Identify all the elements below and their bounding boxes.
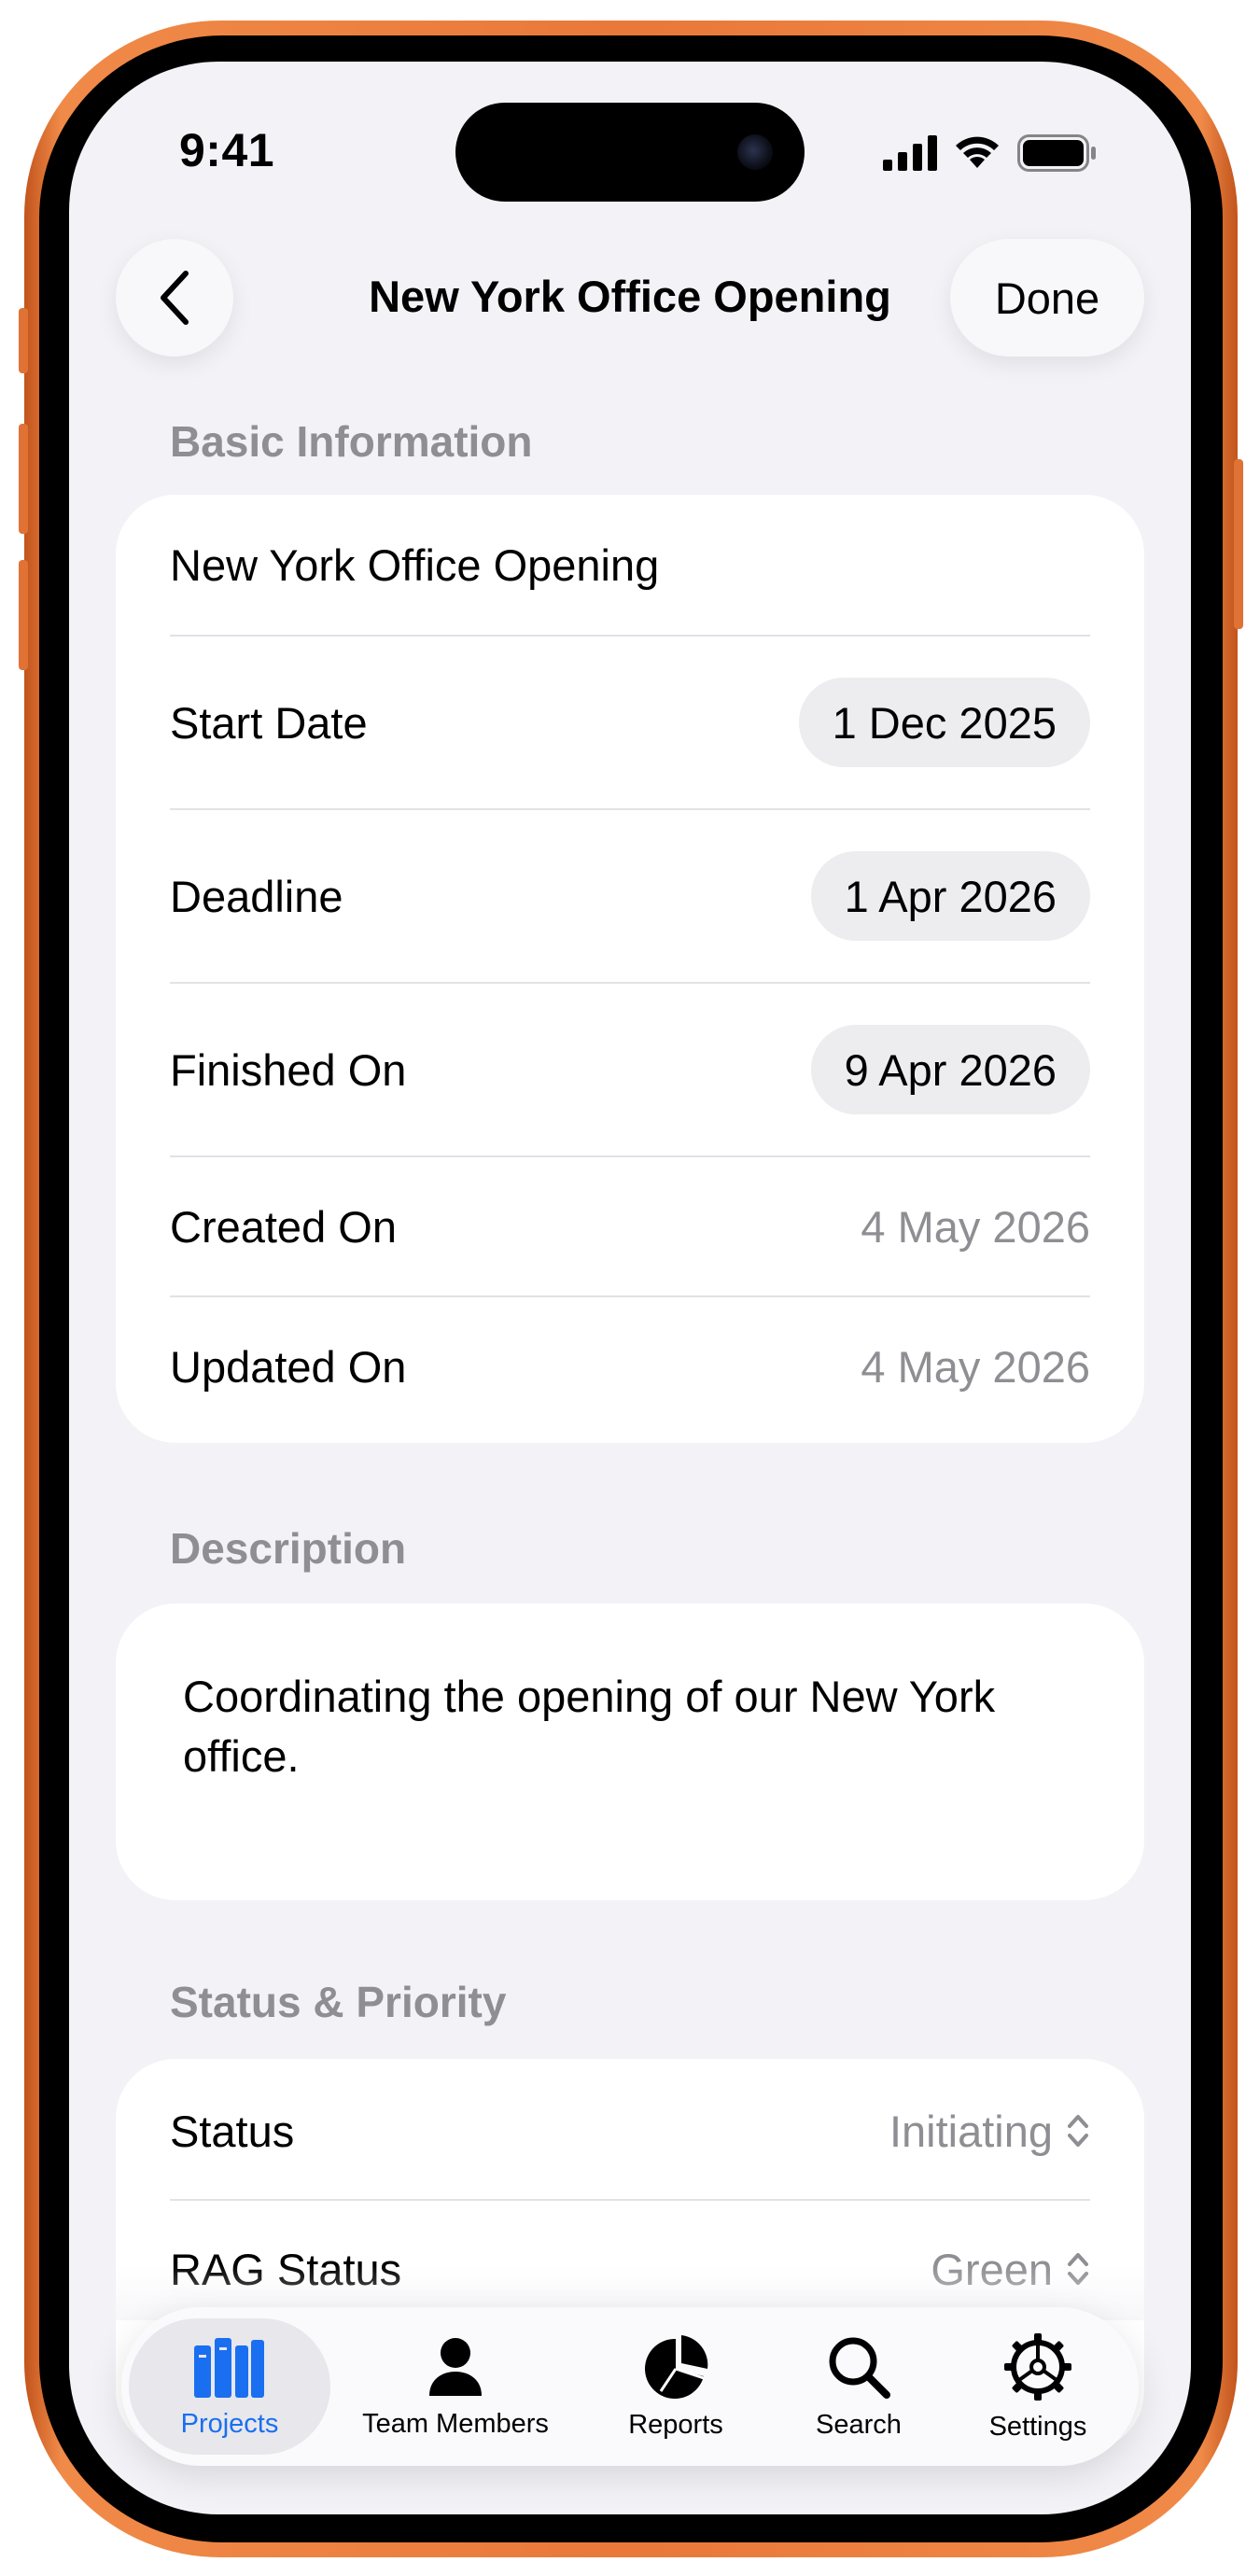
- tab-team-members[interactable]: Team Members: [353, 2307, 558, 2466]
- status-value: Initiating: [889, 2106, 1053, 2156]
- tab-search[interactable]: Search: [765, 2307, 952, 2466]
- power-button: [1234, 459, 1243, 629]
- tab-search-label: Search: [816, 2409, 902, 2440]
- back-button[interactable]: [116, 239, 233, 357]
- section-header-description: Description: [170, 1524, 407, 1573]
- volume-up-button: [19, 424, 28, 534]
- tab-projects-label: Projects: [180, 2408, 279, 2439]
- tab-settings-label: Settings: [988, 2411, 1087, 2442]
- dynamic-island: [455, 103, 805, 202]
- row-start-date: Start Date 1 Dec 2025: [170, 637, 1090, 808]
- start-date-picker[interactable]: 1 Dec 2025: [798, 678, 1090, 767]
- row-created-on: Created On 4 May 2026: [170, 1157, 1090, 1295]
- done-button[interactable]: Done: [950, 239, 1144, 357]
- row-deadline: Deadline 1 Apr 2026: [170, 810, 1090, 982]
- basic-info-card: New York Office Opening Start Date 1 Dec…: [116, 495, 1144, 1443]
- status-icons: [883, 134, 1098, 172]
- chevron-left-icon: [161, 271, 189, 325]
- row-finished-on: Finished On 9 Apr 2026: [170, 984, 1090, 1155]
- deadline-picker[interactable]: 1 Apr 2026: [810, 851, 1090, 941]
- tab-projects[interactable]: Projects: [129, 2307, 330, 2466]
- books-icon: [194, 2337, 264, 2398]
- chevron-up-down-icon: [1068, 2115, 1088, 2147]
- finished-on-picker[interactable]: 9 Apr 2026: [810, 1025, 1090, 1114]
- tab-bar: Projects Team Members Reports Search Set…: [121, 2307, 1139, 2466]
- battery-icon: [1017, 134, 1096, 172]
- tab-settings[interactable]: Settings: [945, 2307, 1131, 2466]
- updated-on-value: 4 May 2026: [861, 1341, 1090, 1392]
- section-header-status-priority: Status & Priority: [170, 1978, 507, 2026]
- gear-icon: [1004, 2332, 1071, 2401]
- deadline-label: Deadline: [170, 871, 343, 921]
- tab-reports-label: Reports: [628, 2409, 723, 2440]
- finished-on-label: Finished On: [170, 1044, 407, 1095]
- status-picker[interactable]: Initiating: [889, 2106, 1090, 2157]
- status-label: Status: [170, 2106, 295, 2156]
- divider: [170, 2199, 1090, 2201]
- row-status: Status Initiating: [170, 2068, 1090, 2193]
- screen: 9:41 New York Office Opening Done Basic …: [69, 62, 1191, 2514]
- wifi-icon: [956, 136, 999, 168]
- status-time: 9:41: [179, 124, 275, 176]
- tab-team-members-label: Team Members: [362, 2408, 549, 2439]
- pie-chart-icon: [645, 2334, 708, 2399]
- volume-down-button: [19, 560, 28, 670]
- page-title: New York Office Opening: [369, 272, 891, 321]
- project-name-value: New York Office Opening: [170, 539, 660, 590]
- row-updated-on: Updated On 4 May 2026: [170, 1297, 1090, 1435]
- person-icon: [429, 2337, 482, 2396]
- section-header-basic-info: Basic Information: [170, 417, 533, 466]
- start-date-label: Start Date: [170, 697, 368, 748]
- action-button: [19, 308, 28, 373]
- search-icon: [829, 2337, 890, 2399]
- description-card[interactable]: Coordinating the opening of our New York…: [116, 1603, 1144, 1900]
- created-on-label: Created On: [170, 1201, 397, 1252]
- created-on-value: 4 May 2026: [861, 1201, 1090, 1252]
- cellular-signal-icon: [883, 135, 937, 171]
- project-name-field[interactable]: New York Office Opening: [170, 532, 1090, 597]
- updated-on-label: Updated On: [170, 1341, 407, 1392]
- description-text[interactable]: Coordinating the opening of our New York…: [183, 1667, 1079, 1786]
- tab-reports[interactable]: Reports: [584, 2307, 767, 2466]
- front-camera: [737, 134, 773, 170]
